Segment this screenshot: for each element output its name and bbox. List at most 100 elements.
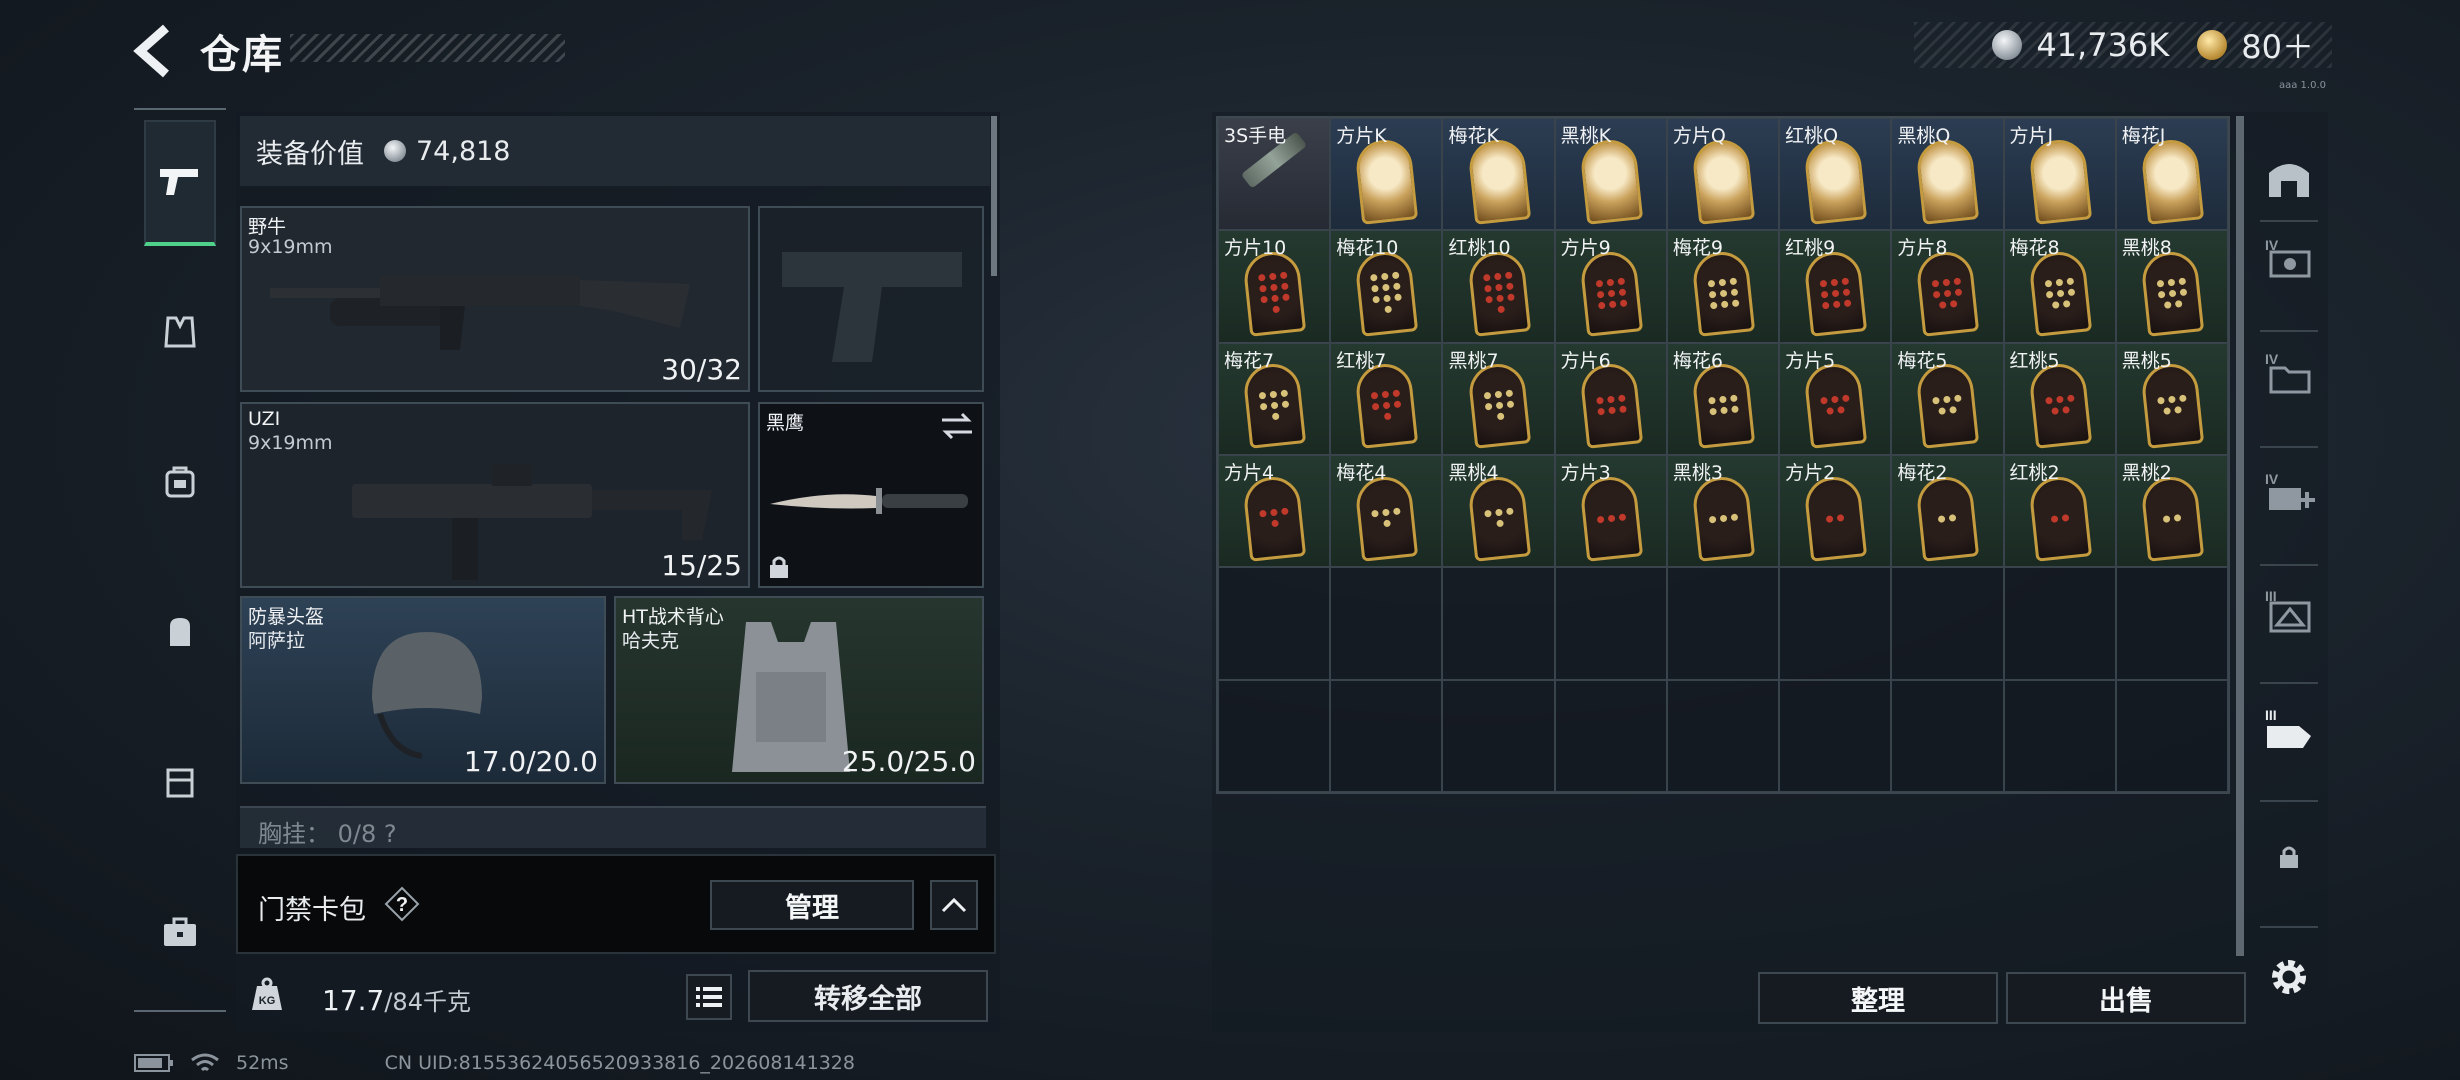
rail-rig[interactable] xyxy=(144,446,216,518)
empty-storage-cell[interactable] xyxy=(1666,679,1780,792)
storage-cell[interactable]: 梅花10 xyxy=(1330,230,1443,343)
item-label: 黑桃2 xyxy=(2121,462,2172,484)
storage-cell[interactable]: 红桃7 xyxy=(1330,342,1443,455)
storage-cell[interactable]: 梅花6 xyxy=(1666,342,1780,455)
helmet-slot[interactable]: 防暴头盔 阿萨拉 17.0/20.0 xyxy=(240,596,606,784)
storage-cell[interactable]: 3S手电 xyxy=(1218,118,1331,231)
back-button[interactable] xyxy=(130,22,180,80)
settings-button[interactable] xyxy=(2256,944,2322,1010)
storage-cell[interactable]: 黑桃4 xyxy=(1442,455,1555,568)
manage-button[interactable]: 管理 xyxy=(710,880,914,930)
storage-cell[interactable]: 梅花K xyxy=(1442,118,1555,231)
storage-cell[interactable]: 梅花2 xyxy=(1891,455,2004,568)
storage-cell[interactable]: 梅花J xyxy=(2115,118,2228,231)
primary-weapon-slot[interactable]: 野牛 9x19mm 30/32 xyxy=(240,206,750,392)
help-diamond-icon: ? xyxy=(384,886,420,922)
empty-storage-cell[interactable] xyxy=(1330,679,1443,792)
empty-storage-cell[interactable] xyxy=(2003,567,2116,680)
secondary-weapon-slot[interactable]: UZI 9x19mm 15/25 xyxy=(240,402,750,588)
storage-cell[interactable]: 黑桃8 xyxy=(2115,230,2228,343)
gold-currency-value[interactable]: 80＋ xyxy=(2241,22,2314,68)
empty-storage-cell[interactable] xyxy=(1218,567,1331,680)
rail-warehouse[interactable] xyxy=(2256,144,2322,210)
item-label: 方片4 xyxy=(1224,462,1275,484)
empty-storage-cell[interactable] xyxy=(1779,567,1892,680)
panel-scrollbar[interactable] xyxy=(991,116,997,276)
storage-cell[interactable]: 黑桃K xyxy=(1554,118,1667,231)
storage-cell[interactable]: 红桃9 xyxy=(1779,230,1892,343)
storage-cell[interactable]: 红桃10 xyxy=(1442,230,1555,343)
empty-storage-cell[interactable] xyxy=(1666,567,1780,680)
storage-cell[interactable]: 方片10 xyxy=(1218,230,1331,343)
warehouse-icon xyxy=(2269,164,2309,197)
vest-slot[interactable]: HT战术背心 哈夫克 25.0/25.0 xyxy=(614,596,984,784)
pip-card-icon xyxy=(1803,249,1868,337)
empty-storage-cell[interactable] xyxy=(1891,679,2004,792)
pip-card-icon xyxy=(2139,361,2205,450)
item-label: 梅花5 xyxy=(1897,349,1948,372)
rail-armor[interactable] xyxy=(144,296,216,368)
storage-cell[interactable]: 方片8 xyxy=(1891,230,2004,343)
empty-storage-cell[interactable] xyxy=(2003,679,2116,792)
storage-cell[interactable]: 方片6 xyxy=(1554,342,1667,455)
rail-storage-iv[interactable]: IV xyxy=(2256,226,2322,292)
storage-cell[interactable]: 方片5 xyxy=(1779,342,1892,455)
storage-cell[interactable]: 黑桃5 xyxy=(2115,342,2228,455)
list-view-button[interactable] xyxy=(686,974,732,1020)
storage-cell[interactable]: 红桃2 xyxy=(2003,455,2116,568)
rail-folder-iv[interactable]: IV xyxy=(2256,340,2322,406)
swap-icon[interactable] xyxy=(940,412,974,440)
rail-weapons[interactable] xyxy=(144,120,216,246)
storage-cell[interactable]: 梅花8 xyxy=(2003,230,2116,343)
rail-case[interactable] xyxy=(144,746,216,818)
rail-briefcase[interactable] xyxy=(144,896,216,968)
storage-cell[interactable]: 方片J xyxy=(2003,118,2116,231)
collapse-button[interactable] xyxy=(930,880,978,930)
storage-cell[interactable]: 梅花5 xyxy=(1891,342,2004,455)
storage-cell[interactable]: 红桃Q xyxy=(1779,118,1892,231)
empty-storage-cell[interactable] xyxy=(2115,567,2228,680)
storage-cell[interactable]: 黑桃3 xyxy=(1666,455,1780,568)
storage-cell[interactable]: 黑桃2 xyxy=(2115,455,2228,568)
rail-storage-iii[interactable]: III xyxy=(2256,578,2322,644)
empty-storage-cell[interactable] xyxy=(1554,679,1667,792)
pip-card-icon xyxy=(1241,361,1307,450)
item-label: 方片2 xyxy=(1785,462,1836,484)
sort-button[interactable]: 整理 xyxy=(1758,972,1998,1024)
empty-storage-cell[interactable] xyxy=(1442,567,1555,680)
version-text: aaa 1.0.0 xyxy=(2278,80,2326,91)
transfer-all-button[interactable]: 转移全部 xyxy=(748,970,988,1022)
storage-cell[interactable]: 梅花9 xyxy=(1666,230,1780,343)
storage-cell[interactable]: 梅花4 xyxy=(1330,455,1443,568)
help-icon[interactable]: ? xyxy=(384,886,420,922)
pistol-slot[interactable] xyxy=(758,206,984,392)
storage-scrollbar[interactable] xyxy=(2236,116,2244,956)
empty-storage-cell[interactable] xyxy=(1891,567,2004,680)
empty-storage-cell[interactable] xyxy=(1779,679,1892,792)
storage-cell[interactable]: 方片3 xyxy=(1554,455,1667,568)
rail-medkit-iv[interactable]: IV xyxy=(2256,460,2322,526)
sell-button[interactable]: 出售 xyxy=(2006,972,2246,1024)
storage-cell[interactable]: 黑桃Q xyxy=(1891,118,2004,231)
rail-backpack[interactable] xyxy=(144,596,216,668)
storage-cell[interactable]: 方片4 xyxy=(1218,455,1331,568)
storage-cell[interactable]: 方片K xyxy=(1330,118,1443,231)
melee-slot[interactable]: 黑鹰 xyxy=(758,402,984,588)
slot-name: UZI xyxy=(248,408,281,430)
empty-storage-cell[interactable] xyxy=(1442,679,1555,792)
rail-hand-card[interactable]: III xyxy=(2256,696,2322,762)
storage-cell[interactable]: 方片9 xyxy=(1554,230,1667,343)
title-stripe xyxy=(290,34,565,62)
storage-cell[interactable]: 方片Q xyxy=(1666,118,1780,231)
storage-cell[interactable]: 梅花7 xyxy=(1218,342,1331,455)
chest-rig-row[interactable]: 胸挂： 0/8 ? xyxy=(240,806,986,848)
empty-storage-cell[interactable] xyxy=(1554,567,1667,680)
storage-cell[interactable]: 方片2 xyxy=(1779,455,1892,568)
empty-storage-cell[interactable] xyxy=(2115,679,2228,792)
storage-cell[interactable]: 黑桃7 xyxy=(1442,342,1555,455)
face-card-icon xyxy=(1578,137,1643,225)
empty-storage-cell[interactable] xyxy=(1218,679,1331,792)
empty-storage-cell[interactable] xyxy=(1330,567,1443,680)
storage-cell[interactable]: 红桃5 xyxy=(2003,342,2116,455)
pip-card-icon xyxy=(1241,474,1307,562)
